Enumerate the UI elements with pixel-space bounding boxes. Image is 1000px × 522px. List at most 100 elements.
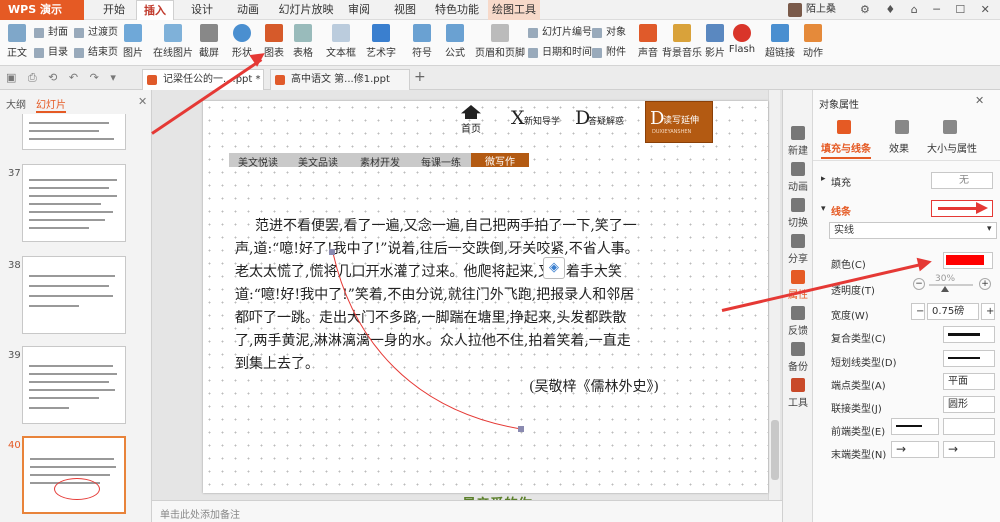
tab-slides[interactable]: 幻灯片 [36,96,66,113]
end-type-label: 末端类型(N) [831,450,887,461]
end-type-select[interactable]: → [891,441,939,458]
transition-icon [791,198,805,212]
selected-curve-shape[interactable] [203,101,768,493]
cap-select[interactable]: 平面 [943,373,995,390]
user-name[interactable]: 陌上桑 [806,0,836,20]
collapse-icon[interactable]: ▾ [821,204,826,214]
slide-thumbnail[interactable] [22,256,126,334]
window-controls[interactable]: ⚙ ♦ ⌂ ─ ☐ ✕ [860,0,996,20]
width-input[interactable]: 0.75磅 [927,303,979,320]
cover-button[interactable]: 封面 [34,26,68,40]
picture-button[interactable]: 图片 [120,24,146,59]
equation-icon [446,24,464,42]
tab-outline[interactable]: 大纲 [6,96,26,111]
dash-select[interactable] [943,350,995,367]
notes-area[interactable]: 单击此处添加备注 [152,500,782,522]
object-button[interactable]: 对象 [592,26,626,40]
tab-animation[interactable]: 动画 [230,0,266,20]
action-button[interactable]: 动作 [800,24,826,59]
ppt-file-icon [147,75,157,85]
tab-drawing-tools[interactable]: 绘图工具 [488,0,540,20]
toc-button[interactable]: 目录 [34,46,68,60]
tools-button[interactable]: 工具 [783,378,813,409]
doc-tab-2[interactable]: 高中语文 第...修1.ppt [270,69,410,90]
textbox-button[interactable]: 文本框 [324,24,358,59]
feedback-icon [791,306,805,320]
doc-tab-1[interactable]: 记梁任公的一....ppt * [142,69,264,90]
layers-icon[interactable]: ◈ [543,257,565,279]
transparency-slider[interactable] [929,284,973,286]
bgm-button[interactable]: 背景音乐 [662,24,702,59]
app-menu-button[interactable]: WPS 演示 [0,0,84,20]
slide-thumbnail[interactable] [22,114,126,150]
decrease-icon[interactable]: − [913,278,925,290]
fill-value[interactable]: 无 [931,172,993,189]
transparency-value: 30% [935,274,956,284]
hyperlink-button[interactable]: 超链接 [764,24,796,59]
table-button[interactable]: 表格 [290,24,316,59]
tab-home[interactable]: 开始 [98,0,130,20]
header-footer-button[interactable]: 页眉和页脚 [474,24,526,59]
tab-review[interactable]: 审阅 [344,0,374,20]
tab-slideshow[interactable]: 幻灯片放映 [276,0,336,20]
tab-view[interactable]: 视图 [390,0,420,20]
animation-button[interactable]: 动画 [783,162,813,193]
panel-title: 对象属性 [819,100,859,111]
end-page-button[interactable]: 结束页 [74,46,118,60]
quick-access-toolbar[interactable]: ▣ ⎙ ⟲ ↶ ↷ ▾ [6,71,120,85]
chart-icon [265,24,283,42]
movie-button[interactable]: 影片 [704,24,726,59]
begin-size-select[interactable] [943,418,995,435]
slide-thumbnail[interactable] [22,346,126,424]
ppt-file-icon [275,75,285,85]
slider-handle[interactable] [941,286,949,292]
width-decrease[interactable]: − [911,303,925,320]
tab-fill-line[interactable]: 填充与线条 [821,140,871,159]
screenshot-icon [200,24,218,42]
transition-page-button[interactable]: 过渡页 [74,26,118,40]
close-panel-icon[interactable]: ✕ [138,95,147,108]
join-select[interactable]: 圆形 [943,396,995,413]
end-size-select[interactable]: → [943,441,995,458]
share-button[interactable]: 分享 [783,234,813,265]
avatar[interactable] [788,3,802,17]
tab-insert[interactable]: 插入 [136,0,174,20]
compound-select[interactable] [943,326,995,343]
symbol-button[interactable]: 符号 [408,24,436,59]
slide-thumbnail-selected[interactable] [22,436,126,514]
slide-number-button[interactable]: 幻灯片编号 [528,26,592,40]
slide-canvas[interactable]: 首页 X 新知导学 D 答疑解惑 D 读写延伸 DUXIEYANSHEN 美文悦… [203,101,768,493]
sound-button[interactable]: 声音 [636,24,660,59]
date-time-button[interactable]: 日期和时间 [528,46,592,60]
tab-special[interactable]: 特色功能 [432,0,482,20]
text-button[interactable]: 正文 [6,24,28,59]
tab-size-attributes[interactable]: 大小与属性 [927,140,977,155]
feedback-button[interactable]: 反馈 [783,306,813,337]
slide-thumbnail[interactable] [22,164,126,242]
online-picture-button[interactable]: 在线图片 [152,24,194,59]
close-panel-icon[interactable]: ✕ [975,94,984,107]
new-tab-icon[interactable]: + [414,69,426,85]
equation-button[interactable]: 公式 [442,24,468,59]
backup-button[interactable]: 备份 [783,342,813,373]
color-label: 颜色(C) [831,260,866,271]
begin-type-select[interactable] [891,418,939,435]
scrollbar-thumb[interactable] [771,420,779,480]
new-slide-button[interactable]: 新建 [783,126,813,157]
slide-number: 37 [8,168,21,179]
line-type-select[interactable]: 实线 [829,222,997,239]
tab-design[interactable]: 设计 [184,0,220,20]
flash-button[interactable]: Flash [728,24,756,55]
expand-icon[interactable]: ▸ [821,174,826,184]
screenshot-button[interactable]: 截屏 [196,24,222,59]
increase-icon[interactable]: + [979,278,991,290]
attachment-button[interactable]: 附件 [592,46,626,60]
new-icon [791,126,805,140]
text-icon [8,24,26,42]
tab-effect[interactable]: 效果 [889,140,909,155]
color-picker[interactable] [943,252,993,269]
backup-icon [791,342,805,356]
width-increase[interactable]: + [981,303,995,320]
transition-button[interactable]: 切换 [783,198,813,229]
wordart-button[interactable]: 艺术字 [364,24,398,59]
